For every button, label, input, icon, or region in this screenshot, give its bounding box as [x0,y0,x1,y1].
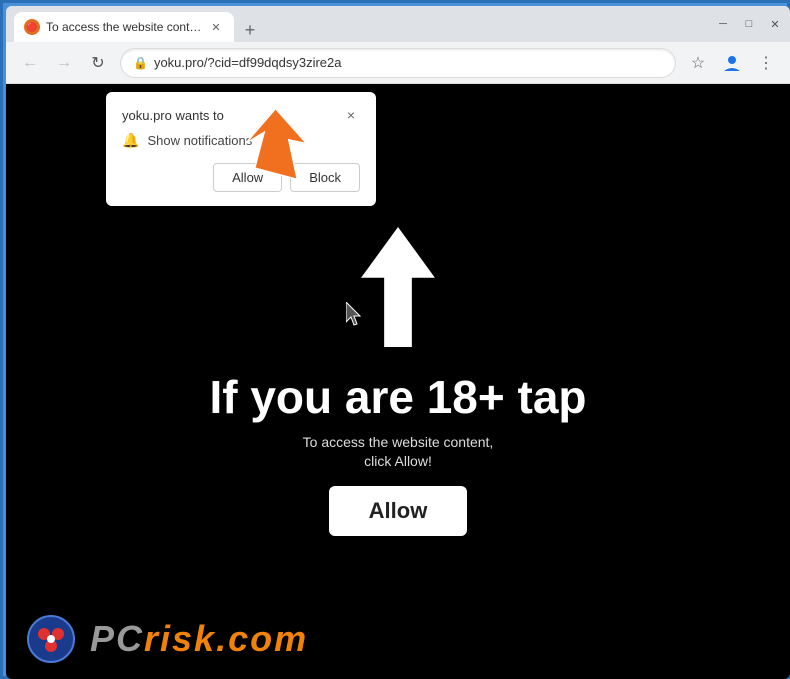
popup-site-name: yoku.pro wants to [122,108,224,123]
content-area: If you are 18+ tap To access the website… [6,84,790,679]
tab-favicon: 🔴 [24,19,40,35]
maximize-button[interactable]: □ [742,18,756,30]
title-bar: 🔴 To access the website content, cl ✕ + … [6,6,790,42]
url-text: yoku.pro/?cid=df99dqdsy3zire2a [154,55,663,70]
bookmark-icon[interactable]: ☆ [686,51,710,75]
forward-button[interactable]: → [52,51,76,75]
big-up-arrow [358,227,438,352]
window-controls: ─ □ ✕ [716,18,782,31]
profile-icon[interactable] [720,51,744,75]
chrome-window: 🔴 To access the website content, cl ✕ + … [6,6,790,679]
new-tab-button[interactable]: + [238,18,262,42]
pcrisk-text: PCrisk.com [90,618,308,660]
page-allow-button[interactable]: Allow [329,486,468,536]
address-bar: ← → ↻ 🔒 yoku.pro/?cid=df99dqdsy3zire2a ☆… [6,42,790,84]
menu-icon[interactable]: ⋮ [754,51,778,75]
tab-area: 🔴 To access the website content, cl ✕ + [14,6,704,42]
orange-arrow-indicator [236,104,316,189]
bell-icon: 🔔 [122,132,139,149]
back-button[interactable]: ← [18,51,42,75]
active-tab[interactable]: 🔴 To access the website content, cl ✕ [14,12,234,42]
main-text: If you are 18+ tap [209,372,586,423]
refresh-button[interactable]: ↻ [86,51,110,75]
sub-text: To access the website content, click All… [298,433,498,472]
url-bar[interactable]: 🔒 yoku.pro/?cid=df99dqdsy3zire2a [120,48,676,78]
pcrisk-watermark: PCrisk.com [6,599,790,679]
close-button[interactable]: ✕ [768,18,782,31]
tab-title: To access the website content, cl [46,20,202,34]
minimize-button[interactable]: ─ [716,18,730,30]
pcrisk-logo-icon [26,614,76,664]
tab-close-button[interactable]: ✕ [208,19,224,35]
popup-close-button[interactable]: × [342,106,360,124]
lock-icon: 🔒 [133,56,148,70]
